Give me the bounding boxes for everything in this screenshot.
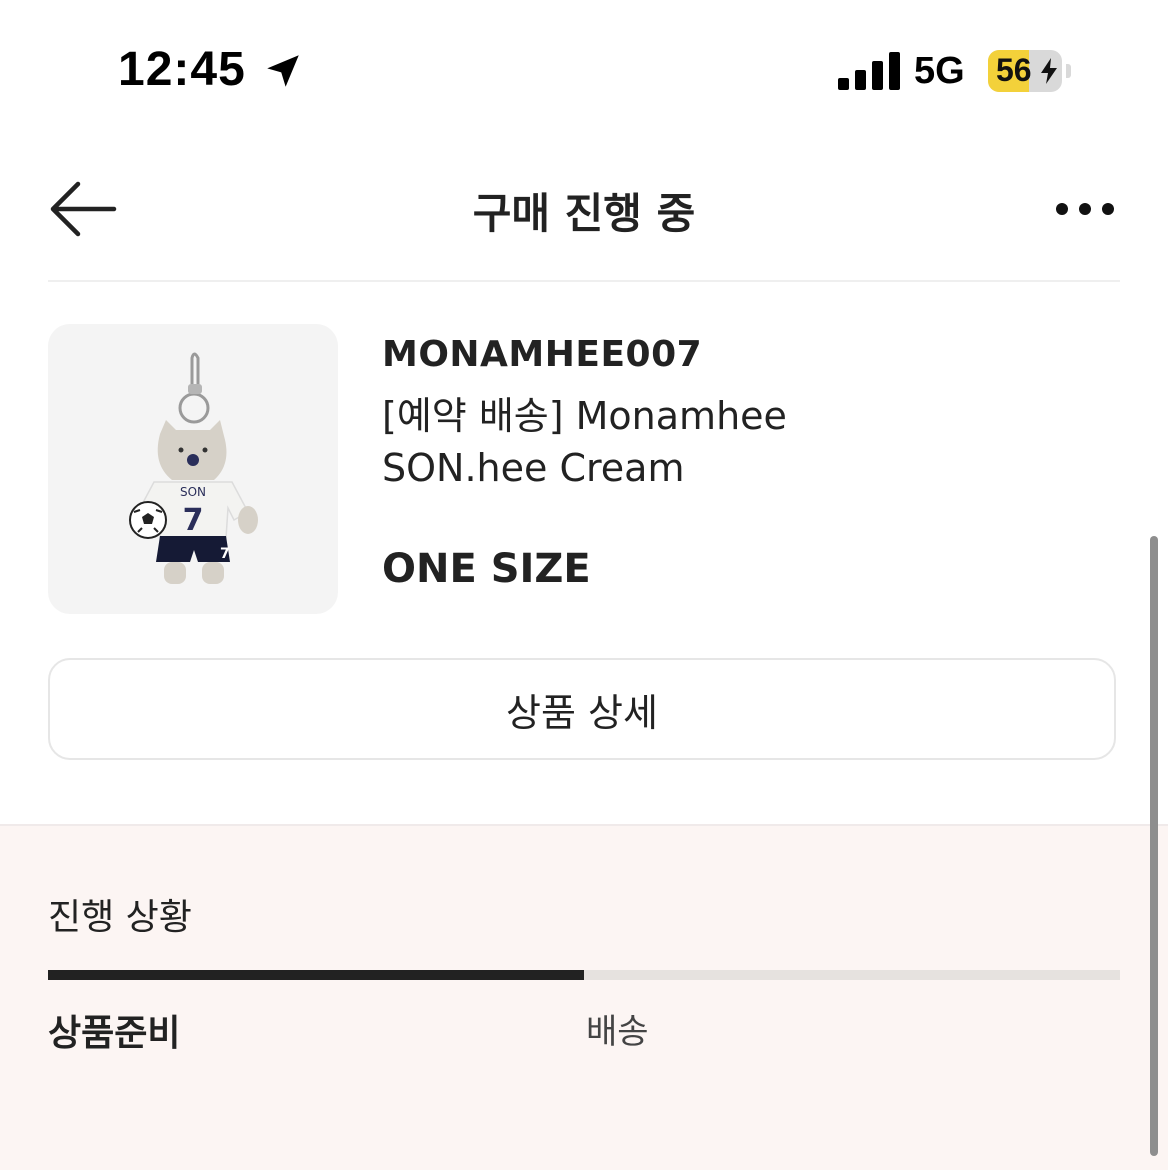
- battery-cap: [1066, 64, 1071, 78]
- progress-section: 진행 상황 상품준비 배송: [0, 824, 1168, 1170]
- battery-level: 56: [996, 52, 1032, 88]
- header-divider: [48, 280, 1120, 282]
- more-options-button[interactable]: [1052, 192, 1118, 226]
- progress-step-preparing: 상품준비: [48, 1013, 181, 1054]
- progress-step-shipping: 배송: [586, 1012, 649, 1052]
- plush-keychain-image: SON 7 7: [129, 352, 258, 584]
- more-horizontal-icon: [1056, 203, 1114, 215]
- product-brand: MONAMHEE007: [382, 334, 703, 375]
- network-type: 5G: [914, 50, 965, 92]
- page-title: 구매 진행 중: [472, 189, 696, 238]
- product-name-line2: SON.hee Cream: [382, 446, 685, 490]
- status-time: 12:45: [118, 43, 246, 96]
- top-nav-bar: 구매 진행 중: [0, 140, 1168, 280]
- bolt-icon: [1041, 58, 1057, 84]
- status-bar: 12:45 5G 56: [0, 0, 1168, 140]
- progress-track: [48, 970, 1120, 980]
- product-name: [예약 배송] Monamhee SON.hee Cream: [382, 390, 942, 494]
- battery-indicator: 56: [988, 50, 1062, 92]
- product-name-line1: [예약 배송] Monamhee: [382, 394, 787, 438]
- svg-text:7: 7: [183, 503, 204, 538]
- location-arrow-icon: [267, 55, 299, 87]
- product-image[interactable]: SON 7 7: [48, 324, 338, 614]
- cellular-signal-icon: [838, 52, 900, 90]
- scrollbar[interactable]: [1150, 536, 1158, 1156]
- progress-title: 진행 상황: [48, 897, 192, 938]
- product-detail-button[interactable]: 상품 상세: [48, 658, 1116, 760]
- progress-fill: [48, 970, 584, 980]
- svg-text:SON: SON: [180, 485, 206, 499]
- svg-text:7: 7: [220, 546, 230, 562]
- product-size: ONE SIZE: [382, 546, 591, 592]
